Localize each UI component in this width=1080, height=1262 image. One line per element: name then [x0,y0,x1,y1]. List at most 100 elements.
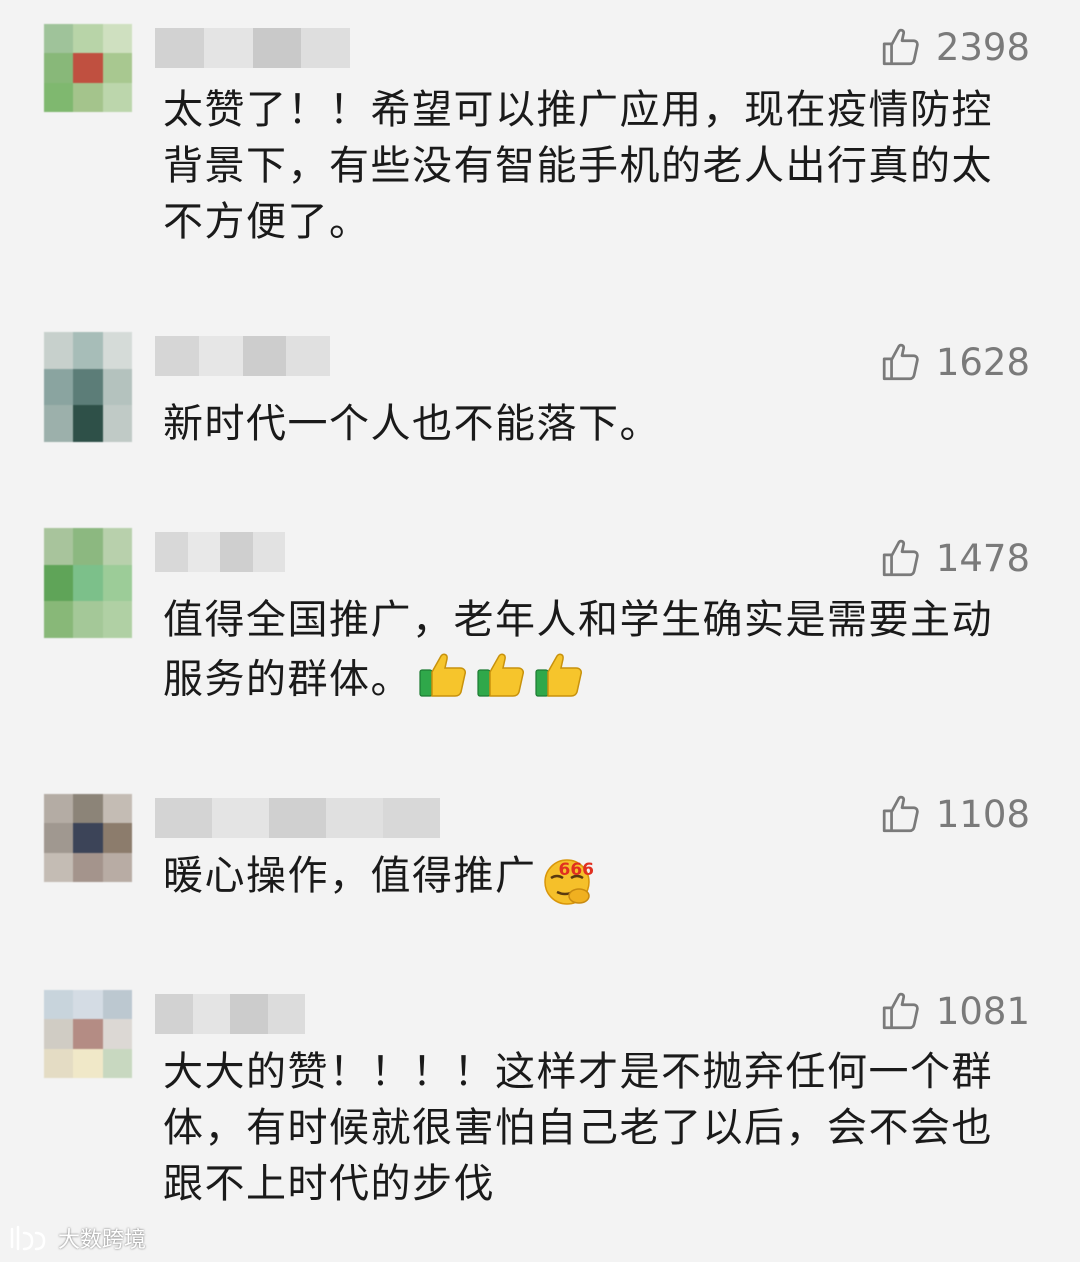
nickname-pixel [383,798,440,838]
watermark: 大数跨境 [8,1222,146,1254]
avatar-pixel [102,368,132,406]
avatar-pixel [73,1048,103,1078]
nickname-pixel [155,994,193,1034]
avatar-pixel [44,368,74,406]
thumbs-up-icon [882,992,919,1030]
nickname-pixel [267,994,305,1034]
avatar[interactable] [44,990,132,1078]
like-count: 2398 [935,25,1030,69]
thumbs-up-emoji-group [412,653,588,703]
666-label: 666 [558,860,595,880]
avatar-pixel [44,1019,74,1049]
nickname-pixel [203,28,253,68]
avatar-pixel [102,53,132,83]
avatar[interactable] [44,794,132,882]
nickname-blurred[interactable] [155,994,305,1034]
avatar-pixel [102,794,132,824]
avatar-pixel [44,528,74,565]
avatar-pixel [44,794,74,824]
like-button[interactable]: 2398 [880,22,1030,72]
nickname-pixel [301,28,350,68]
avatar-pixel [102,852,132,882]
avatar-pixel [102,1019,132,1049]
comment-text: 太赞了！！希望可以推广应用，现在疫情防控背景下，有些没有智能手机的老人出行真的太… [163,87,993,245]
nickname-pixel [192,994,230,1034]
avatar-pixel [73,368,103,406]
like-count: 1478 [935,536,1030,580]
nickname-pixel [252,28,302,68]
nickname-pixel [286,336,330,376]
thumbs-up-icon [882,539,919,577]
avatar-pixel [44,1048,74,1078]
avatar-pixel [44,24,74,54]
avatar-pixel [73,852,103,882]
avatar-pixel [73,528,103,565]
like-button[interactable]: 1081 [880,986,1030,1036]
nickname-pixel [212,798,269,838]
thumbs-up-icon [882,28,919,66]
avatar-pixel [102,405,132,442]
avatar-pixel [73,332,103,369]
avatar-pixel [73,53,103,83]
comment-text: 值得全国推广，老年人和学生确实是需要主动服务的群体。 [163,592,1033,715]
avatar-pixel [73,405,103,442]
comment-item: 2398 太赞了！！希望可以推广应用，现在疫情防控背景下，有些没有智能手机的老人… [0,24,1080,264]
comment-text-content: 暖心操作，值得推广 [163,853,537,899]
avatar-pixel [44,82,74,112]
nickname-blurred[interactable] [155,336,330,376]
avatar-pixel [44,601,74,638]
avatar-pixel [73,794,103,824]
avatar-pixel [44,53,74,83]
avatar[interactable] [44,24,132,112]
like-count: 1108 [935,792,1030,836]
thumbs-up-icon [882,795,919,833]
avatar[interactable] [44,528,132,638]
avatar-pixel [73,564,103,602]
like-count: 1081 [935,989,1030,1033]
nickname-pixel [155,28,204,68]
avatar-pixel [102,24,132,54]
nickname-blurred[interactable] [155,28,350,68]
nickname-pixel [198,336,243,376]
nickname-pixel [187,532,220,572]
nickname-pixel [155,336,199,376]
avatar-pixel [73,82,103,112]
nickname-blurred[interactable] [155,798,440,838]
avatar-pixel [73,1019,103,1049]
comment-text: 暖心操作，值得推广 666 [163,848,1033,908]
nickname-pixel [242,336,287,376]
avatar-pixel [44,564,74,602]
like-button[interactable]: 1108 [880,789,1030,839]
avatar-pixel [102,1048,132,1078]
avatar[interactable] [44,332,132,442]
avatar-pixel [44,823,74,853]
avatar-pixel [102,332,132,369]
nickname-pixel [269,798,326,838]
avatar-pixel [73,823,103,853]
comment-item: 1478 值得全国推广，老年人和学生确实是需要主动服务的群体。 [0,528,1080,718]
avatar-pixel [44,990,74,1020]
thumbs-up-emoji [418,648,472,715]
avatar-pixel [102,528,132,565]
comment-item: 1081 大大的赞！！！！这样才是不抛弃任何一个群体，有时候就很害怕自己老了以后… [0,990,1080,1230]
like-button[interactable]: 1628 [880,337,1030,387]
nickname-pixel [230,994,268,1034]
nickname-blurred[interactable] [155,532,285,572]
avatar-pixel [73,990,103,1020]
avatar-pixel [102,990,132,1020]
nickname-pixel [220,532,253,572]
watermark-text: 大数跨境 [58,1228,147,1253]
thumbs-up-emoji [476,648,530,715]
thumbs-up-icon [882,343,919,381]
avatar-pixel [44,332,74,369]
avatar-pixel [44,405,74,442]
avatar-pixel [102,823,132,853]
comment-item: 1628 新时代一个人也不能落下。 [0,332,1080,452]
avatar-pixel [102,564,132,602]
nickname-pixel [155,532,188,572]
avatar-pixel [102,82,132,112]
comment-item: 1108 暖心操作，值得推广 666 [0,793,1080,914]
like-button[interactable]: 1478 [880,533,1030,583]
comment-text: 新时代一个人也不能落下。 [163,401,661,447]
nickname-pixel [252,532,285,572]
